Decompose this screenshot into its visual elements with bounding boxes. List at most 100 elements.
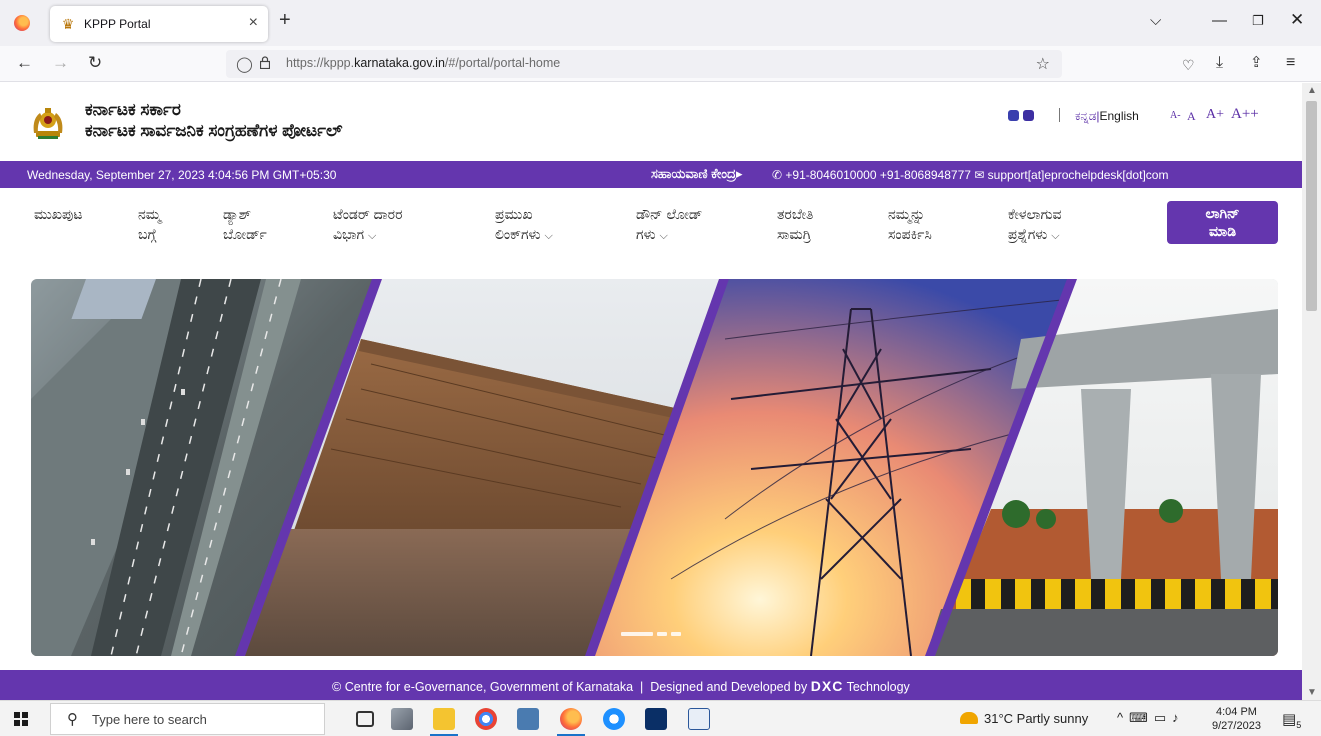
language-switcher: ಕನ್ನಡ|English <box>1075 109 1139 124</box>
taskbar-search-box[interactable]: ⚲ Type here to search <box>50 703 325 735</box>
task-view-icon[interactable] <box>356 711 374 727</box>
login-button-label: ಲಾಗಿನ್ <box>1205 205 1240 221</box>
chevron-down-icon: ⌵ <box>368 230 377 242</box>
url-domain: karnataka.gov.in <box>354 56 445 70</box>
menu-item-home[interactable]: ಮುಖಪುಟ <box>34 204 83 224</box>
font-max-button[interactable]: A++ <box>1231 106 1259 123</box>
footer-org: Centre for e-Governance, Government of K… <box>344 680 634 694</box>
scroll-thumb[interactable] <box>1306 101 1317 311</box>
font-increase-button[interactable]: A+ <box>1206 107 1224 123</box>
lock-icon[interactable] <box>260 56 270 69</box>
scanner-app-icon[interactable] <box>391 708 413 730</box>
download-icon[interactable]: ⤓ <box>1216 53 1223 73</box>
menu-item-label: ಮುಖಪುಟ <box>34 206 83 222</box>
minimize-icon[interactable]: — <box>1212 12 1227 29</box>
restore-icon[interactable]: ❐ <box>1252 13 1264 29</box>
page-scrollbar[interactable]: ▲ ▼ <box>1302 83 1321 700</box>
hamburger-menu-icon[interactable]: ≡ <box>1286 53 1295 73</box>
internet-explorer-icon[interactable] <box>603 708 625 730</box>
address-bar[interactable]: ◯ https://kppp.karnataka.gov.in/#/portal… <box>226 50 1062 78</box>
volume-icon[interactable]: ♪ <box>1172 710 1185 725</box>
pocket-icon[interactable]: ♡ <box>1182 55 1195 75</box>
font-normal-button[interactable]: A <box>1187 109 1196 124</box>
taskbar-search-placeholder: Type here to search <box>92 712 207 727</box>
lang-english-link[interactable]: English <box>1099 109 1138 123</box>
carousel-indicator-active[interactable] <box>621 632 653 636</box>
taskbar-clock[interactable]: 4:04 PM 9/27/2023 <box>1212 705 1261 733</box>
menu-item-bidder-section[interactable]: ಟೆಂಡರ್ ದಾರರ ವಿಭಾಗ ⌵ <box>333 204 402 246</box>
clock-date: 9/27/2023 <box>1212 720 1261 732</box>
keyboard-icon[interactable]: ⌨ <box>1129 710 1154 725</box>
menu-item-contact-us[interactable]: ನಮ್ಮನ್ನು ಸಂಪರ್ಕಿಸಿ <box>888 204 932 244</box>
weather-widget[interactable]: 31°C Partly sunny <box>960 711 1088 726</box>
footer-text: © Centre for e-Governance, Government of… <box>332 678 910 694</box>
menu-item-label: ಪ್ರಮುಖ <box>495 206 533 222</box>
scroll-up-arrow-icon[interactable]: ▲ <box>1307 85 1317 96</box>
chrome-icon[interactable] <box>475 708 497 730</box>
back-arrow-icon[interactable]: ← <box>16 53 33 73</box>
menu-item-label: ಡೌನ್ ಲೋಡ್ <box>636 206 703 222</box>
network-icon[interactable]: ▭ <box>1154 710 1172 725</box>
footer-designed-by: Designed and Developed by <box>650 680 808 694</box>
chevron-down-icon: ⌵ <box>1051 230 1060 242</box>
clock-time: 4:04 PM <box>1215 706 1257 718</box>
theme-blue-swatch[interactable] <box>1008 110 1019 121</box>
url-text[interactable]: https://kppp.karnataka.gov.in/#/portal/p… <box>286 56 560 70</box>
carousel-indicator[interactable] <box>671 632 681 636</box>
hero-carousel[interactable] <box>31 279 1278 656</box>
tray-chevron-up-icon[interactable]: ^ <box>1117 710 1129 725</box>
word-document-icon[interactable] <box>688 708 710 730</box>
menu-item-faq[interactable]: ಕೇಳಲಾಗುವ ಪ್ರಶ್ನೆಗಳು ⌵ <box>1008 204 1062 246</box>
theme-purple-swatch[interactable] <box>1023 110 1035 121</box>
header-divider <box>1059 108 1060 122</box>
file-explorer-icon[interactable] <box>433 708 455 730</box>
menu-item-label: ಪ್ರಶ್ನೆಗಳು <box>1008 226 1048 242</box>
new-tab-plus-icon[interactable]: + <box>279 10 291 30</box>
menu-item-label: ನಮ್ಮನ್ನು <box>888 206 926 222</box>
close-window-icon[interactable]: ✕ <box>1290 10 1304 30</box>
browser-tab-bar: ♛ KPPP Portal × + ⌵ — ❐ ✕ <box>0 0 1321 46</box>
theme-switcher <box>1008 110 1035 124</box>
helpline-label: ಸಹಾಯವಾಣಿ ಕೇಂದ್ರ▸ <box>651 166 743 182</box>
menu-item-important-links[interactable]: ಪ್ರಮುಖ ಲಿಂಕ್‌ಗಳು ⌵ <box>495 204 553 246</box>
font-decrease-button[interactable]: A- <box>1170 110 1181 121</box>
notification-center-icon[interactable]: ▤5 <box>1282 710 1301 730</box>
webex-icon[interactable] <box>645 708 667 730</box>
close-tab-icon[interactable]: × <box>249 14 258 32</box>
menu-item-label: ವಿಭಾಗ <box>333 226 365 242</box>
login-button[interactable]: ಲಾಗಿನ್ ಮಾಡಿ <box>1167 201 1278 244</box>
chevron-down-icon: ⌵ <box>544 230 553 242</box>
bookmark-star-icon[interactable]: ☆ <box>1036 54 1050 74</box>
partly-sunny-icon <box>960 712 978 724</box>
login-button-label: ಮಾಡಿ <box>1208 223 1237 239</box>
menu-item-downloads[interactable]: ಡೌನ್ ಲೋಡ್ ಗಳು ⌵ <box>636 204 702 246</box>
menu-item-training-material[interactable]: ತರಬೇತಿ ಸಾಮಗ್ರಿ <box>777 204 813 244</box>
menu-item-label: ನಮ್ಮ <box>138 206 162 222</box>
helpline-email[interactable]: support[at]eprochelpdesk[dot]com <box>988 168 1169 182</box>
tab-list-chevron-icon[interactable]: ⌵ <box>1150 12 1161 29</box>
firefox-menu-icon[interactable] <box>14 15 30 31</box>
browser-tab-active[interactable]: ♛ KPPP Portal × <box>50 6 268 42</box>
calculator-icon[interactable] <box>517 708 539 730</box>
helpline-phones: +91-8046010000 +91-8068948777 <box>785 168 971 182</box>
menu-item-label: ಸಂಪರ್ಕಿಸಿ <box>888 226 932 242</box>
menu-item-label: ಲಿಂಕ್‌ಗಳು <box>495 226 541 242</box>
scroll-down-arrow-icon[interactable]: ▼ <box>1307 687 1317 698</box>
carousel-indicator[interactable] <box>657 632 667 636</box>
menu-item-about-us[interactable]: ನಮ್ಮ ಬಗ್ಗೆ <box>138 204 161 244</box>
helpline-label-text: ಸಹಾಯವಾಣಿ ಕೇಂದ್ರ <box>651 166 737 181</box>
firefox-taskbar-icon[interactable] <box>560 708 582 730</box>
browser-navigation-bar: ← → ↻ ◯ https://kppp.karnataka.gov.in/#/… <box>0 46 1321 82</box>
url-prefix: https://kppp. <box>286 56 355 70</box>
url-path: /#/portal/portal-home <box>444 56 561 70</box>
share-icon[interactable]: ⇪ <box>1250 53 1263 73</box>
menu-item-label: ಬೋರ್ಡ್ <box>223 226 267 242</box>
helpline-contacts: ✆ +91-8046010000 +91-8068948777 ✉ suppor… <box>772 168 1168 182</box>
menu-item-label: ಕೇಳಲಾಗುವ <box>1008 206 1062 222</box>
tracking-shield-icon[interactable]: ◯ <box>236 55 253 73</box>
lang-kannada-link[interactable]: ಕನ್ನಡ <box>1075 109 1096 123</box>
forward-arrow-icon[interactable]: → <box>52 53 69 73</box>
menu-item-dashboard[interactable]: ಡ್ಯಾಶ್ ಬೋರ್ಡ್ <box>223 204 267 244</box>
reload-icon[interactable]: ↻ <box>88 53 102 73</box>
windows-start-icon[interactable] <box>14 712 28 726</box>
